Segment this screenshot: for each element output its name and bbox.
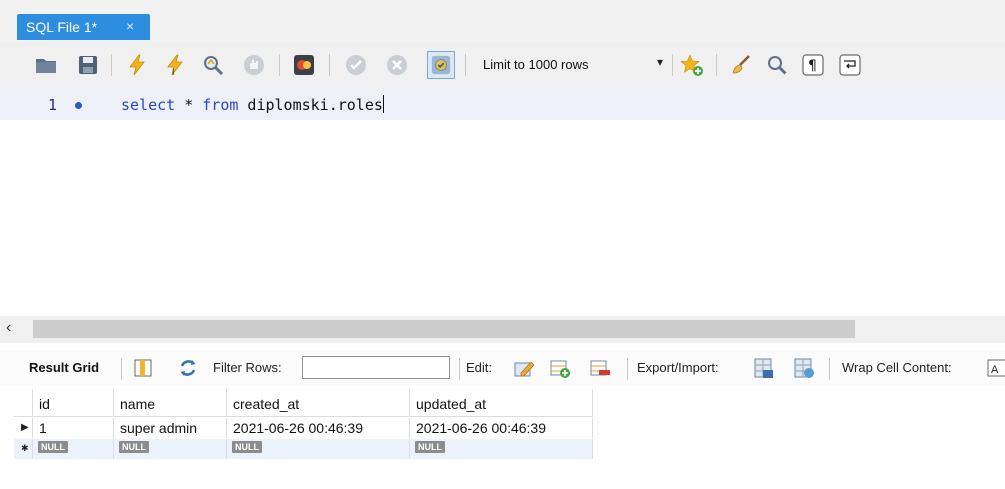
text-cursor <box>382 95 384 113</box>
column-header-id[interactable]: id <box>33 389 114 416</box>
find-magnifier-icon[interactable] <box>765 53 789 77</box>
beautify-broom-icon[interactable] <box>729 53 753 77</box>
auto-commit-toggle[interactable] <box>427 51 455 79</box>
column-header-created-at[interactable]: created_at <box>227 389 410 416</box>
row-marker: ▶ <box>14 418 33 438</box>
grid-header-row: id name created_at updated_at <box>14 389 593 417</box>
code-line[interactable]: select * from diplomski.roles <box>121 95 384 114</box>
table-row[interactable]: ▶ 1 super admin 2021-06-26 00:46:39 2021… <box>14 418 593 438</box>
cell-name[interactable]: NULL <box>114 439 227 459</box>
rollback-x-icon[interactable] <box>385 53 409 77</box>
insert-row-icon[interactable] <box>549 357 571 379</box>
null-badge: NULL <box>119 441 149 453</box>
wrap-cell-content-label: Wrap Cell Content: <box>842 360 952 375</box>
tab-title: SQL File 1* <box>26 19 98 35</box>
commit-check-icon[interactable] <box>344 53 368 77</box>
sql-editor[interactable]: 1 select * from diplomski.roles <box>0 90 1005 315</box>
cell-id[interactable]: NULL <box>33 439 114 459</box>
stop-hand-icon[interactable] <box>242 53 266 77</box>
null-badge: NULL <box>38 441 68 453</box>
edit-label: Edit: <box>466 360 493 375</box>
cell-updated-at[interactable]: NULL <box>410 439 593 459</box>
invisible-chars-pilcrow-icon[interactable]: ¶ <box>801 53 825 77</box>
edit-row-icon[interactable] <box>513 357 535 379</box>
toolbar-separator <box>329 54 330 76</box>
toolbar-separator <box>111 54 112 76</box>
toolbar-separator <box>459 358 460 380</box>
toggle-error-icon[interactable] <box>292 53 316 77</box>
limit-rows-value: Limit to 1000 rows <box>483 57 589 72</box>
word-wrap-icon[interactable] <box>838 53 862 77</box>
statement-marker-icon <box>75 102 82 109</box>
add-snippet-star-icon[interactable] <box>680 53 704 77</box>
workbench-window: SQL File 1* × I Limit to 1000 rows ▾ ¶ 1… <box>0 0 1005 489</box>
refresh-icon[interactable] <box>177 357 199 379</box>
auto-commit-toggle-icon <box>431 55 451 75</box>
close-icon[interactable]: × <box>126 18 134 34</box>
row-marker: ✱ <box>14 439 33 459</box>
new-row-asterisk-icon: ✱ <box>21 443 29 453</box>
toolbar-separator <box>121 358 122 380</box>
chevron-down-icon: ▾ <box>656 55 663 69</box>
execute-current-lightning-icon[interactable]: I <box>163 53 187 77</box>
cell-created-at[interactable]: 2021-06-26 00:46:39 <box>227 418 410 438</box>
export-icon[interactable] <box>753 357 775 379</box>
toolbar-separator <box>465 54 466 76</box>
limit-rows-select[interactable]: Limit to 1000 rows ▾ <box>475 54 667 76</box>
cell-updated-at[interactable]: 2021-06-26 00:46:39 <box>410 418 593 438</box>
import-icon[interactable] <box>793 357 815 379</box>
execute-lightning-icon[interactable] <box>125 53 149 77</box>
scroll-left-icon[interactable]: ‹ <box>6 319 11 337</box>
svg-text:A: A <box>991 364 999 376</box>
cell-name[interactable]: super admin <box>114 418 227 438</box>
code-star: * <box>175 96 203 114</box>
toolbar-separator <box>672 54 673 76</box>
toolbar-separator <box>627 358 628 380</box>
editor-horizontal-scrollbar[interactable]: ‹ <box>0 316 1005 343</box>
save-icon[interactable] <box>76 53 100 77</box>
new-row[interactable]: ✱ NULL NULL NULL NULL <box>14 439 593 459</box>
line-number: 1 <box>48 96 58 114</box>
filter-rows-label: Filter Rows: <box>213 360 282 375</box>
wrap-cell-toggle-icon[interactable]: A <box>986 357 1005 379</box>
editor-toolbar: I Limit to 1000 rows ▾ ¶ <box>0 42 1005 90</box>
toolbar-separator <box>716 54 717 76</box>
result-toolbar: Result Grid Filter Rows: Edit: Export/Im… <box>0 350 1005 386</box>
export-import-label: Export/Import: <box>637 360 719 375</box>
filter-rows-input[interactable] <box>302 356 450 379</box>
row-marker-header <box>14 389 33 416</box>
keyword-from: from <box>202 96 239 114</box>
tab-bar: SQL File 1* × <box>0 0 1005 42</box>
grid-layout-icon[interactable] <box>132 357 154 379</box>
scrollbar-thumb[interactable] <box>33 320 855 338</box>
svg-text:¶: ¶ <box>808 58 817 74</box>
result-grid-tab[interactable]: Result Grid <box>29 360 99 375</box>
delete-row-icon[interactable] <box>589 357 611 379</box>
column-header-name[interactable]: name <box>114 389 227 416</box>
toolbar-separator <box>829 358 830 380</box>
open-folder-icon[interactable] <box>34 53 58 77</box>
cell-created-at[interactable]: NULL <box>227 439 410 459</box>
null-badge: NULL <box>415 441 445 453</box>
code-table-name: diplomski.roles <box>238 96 383 114</box>
tab-sql-file[interactable]: SQL File 1* × <box>17 14 150 40</box>
svg-text:I: I <box>172 67 175 77</box>
keyword-select: select <box>121 96 176 114</box>
explain-magnifier-icon[interactable] <box>201 53 225 77</box>
column-header-updated-at[interactable]: updated_at <box>410 389 593 416</box>
null-badge: NULL <box>232 441 262 453</box>
current-row-arrow-icon: ▶ <box>21 422 29 433</box>
cell-id[interactable]: 1 <box>33 418 114 438</box>
toolbar-separator <box>279 54 280 76</box>
